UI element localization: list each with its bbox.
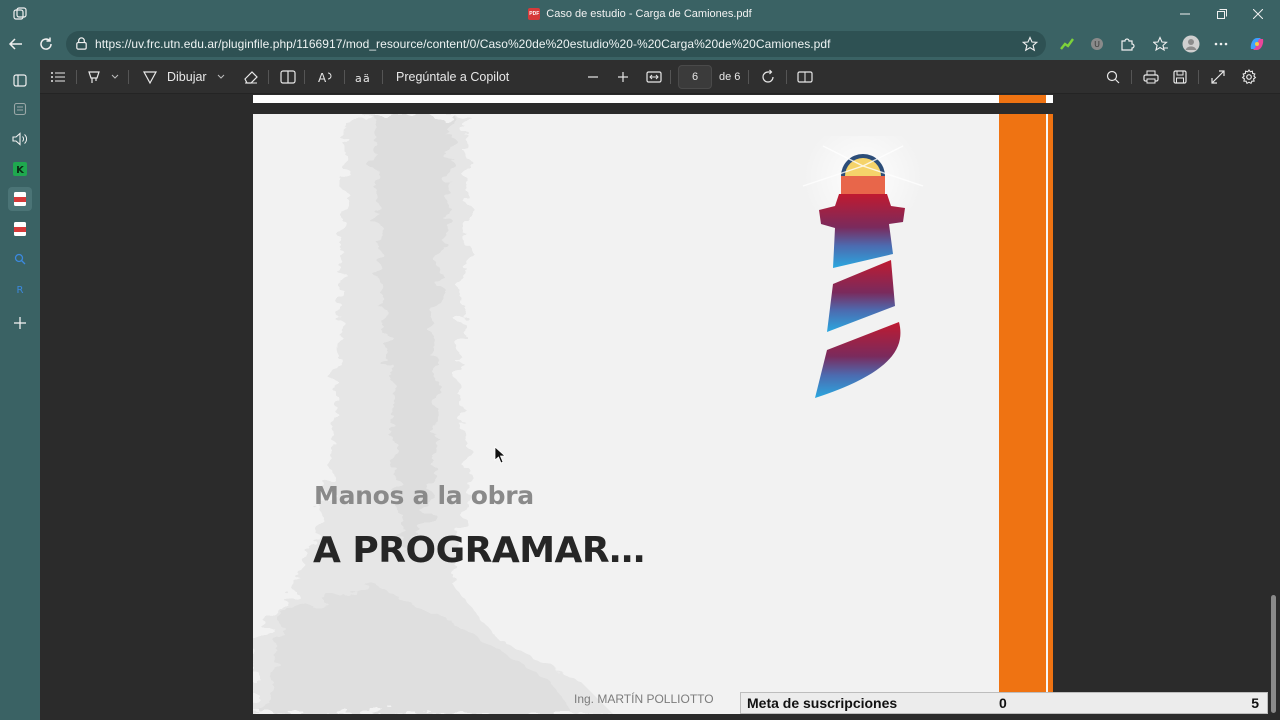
toolbar-divider (382, 70, 383, 84)
draw-button[interactable]: Dibujar (167, 60, 207, 94)
toolbar-divider (76, 70, 77, 84)
svg-text:U: U (1094, 40, 1100, 49)
zoom-out-icon[interactable] (587, 60, 599, 94)
copilot-icon[interactable] (1246, 33, 1268, 55)
print-icon[interactable] (1143, 60, 1159, 94)
slide-subtitle: Manos a la obra (314, 481, 534, 510)
subscription-goal-widget: Meta de suscripciones 0 5 (740, 692, 1268, 714)
close-button[interactable] (1240, 0, 1276, 28)
ask-copilot-button[interactable]: Pregúntale a Copilot (396, 60, 509, 94)
page-number-input[interactable]: 6 (678, 65, 712, 89)
slide-author: Ing. MARTÍN POLLIOTTO (574, 692, 714, 706)
back-button[interactable] (4, 32, 28, 56)
refresh-button[interactable] (34, 32, 58, 56)
lighthouse-logo (802, 136, 924, 398)
site-info-icon[interactable] (74, 36, 89, 56)
slide-headline: A PROGRAMAR… (313, 530, 645, 571)
collections-icon[interactable] (8, 97, 32, 121)
r-app-icon[interactable]: R (8, 277, 32, 301)
svg-text:K: K (16, 165, 25, 176)
add-icon[interactable] (8, 311, 32, 335)
two-page-view-icon[interactable] (797, 60, 813, 94)
window-title-text: Caso de estudio - Carga de Camiones.pdf (546, 8, 752, 20)
toolbar-divider (128, 70, 129, 84)
svg-text:R: R (17, 285, 24, 295)
pdf-icon[interactable] (8, 217, 32, 241)
toolbar-divider (304, 70, 305, 84)
read-aloud-text-icon[interactable]: A (318, 60, 334, 94)
highlight-icon[interactable] (86, 60, 102, 94)
pdf-tab-active-icon[interactable] (8, 187, 32, 211)
page-accent-bar (999, 95, 1046, 103)
toolbar-divider (670, 70, 671, 84)
svg-text:A: A (318, 71, 327, 84)
previous-page-bottom (253, 95, 1053, 103)
svg-text:a: a (355, 72, 362, 84)
pdf-icon: PDF (528, 8, 541, 20)
favorites-icon[interactable] (1150, 33, 1172, 55)
fit-width-icon[interactable] (646, 60, 662, 94)
subscription-goal-label: Meta de suscripciones (747, 695, 898, 711)
fullscreen-expand-icon[interactable] (1211, 60, 1225, 94)
extension-shield-icon[interactable]: U (1086, 33, 1108, 55)
pdf-page: Manos a la obra A PROGRAMAR… Ing. MARTÍN… (253, 114, 1053, 714)
tabs-icon[interactable] (8, 68, 32, 92)
extensions-puzzle-icon[interactable] (1116, 33, 1138, 55)
toolbar-divider (748, 70, 749, 84)
window-title: PDF Caso de estudio - Carga de Camiones.… (0, 0, 1280, 28)
url-text: https://uv.frc.utn.edu.ar/pluginfile.php… (95, 37, 831, 51)
address-bar[interactable]: https://uv.frc.utn.edu.ar/pluginfile.php… (66, 31, 1046, 57)
read-aloud-icon[interactable] (8, 127, 32, 151)
toolbar-divider (1198, 70, 1199, 84)
toolbar-divider (344, 70, 345, 84)
title-bar: PDF Caso de estudio - Carga de Camiones.… (0, 0, 1280, 28)
address-row: https://uv.frc.utn.edu.ar/pluginfile.php… (0, 28, 1280, 60)
page-accent-bar (999, 114, 1046, 714)
find-search-icon[interactable] (1106, 60, 1120, 94)
subscription-goal-current: 0 (999, 695, 1007, 711)
page-view-icon[interactable] (280, 60, 296, 94)
eraser-icon[interactable] (243, 60, 259, 94)
toolbar-divider (268, 70, 269, 84)
toolbar-divider (1131, 70, 1132, 84)
translate-icon[interactable]: aä (355, 60, 373, 94)
page-accent-line (1048, 114, 1053, 714)
scrollbar-thumb[interactable] (1271, 595, 1276, 713)
extension-chart-icon[interactable] (1056, 33, 1078, 55)
mouse-cursor-icon (494, 446, 506, 464)
k-app-icon[interactable]: K (8, 157, 32, 181)
favorite-star-icon[interactable] (1021, 36, 1039, 57)
settings-gear-icon[interactable] (1241, 60, 1257, 94)
pdf-toolbar: Dibujar A aä Pregúntale a Copilot 6 de 6 (40, 60, 1280, 94)
save-icon[interactable] (1173, 60, 1187, 94)
subscription-goal-target: 5 (1251, 695, 1259, 711)
browser-sidebar: K R (0, 60, 40, 720)
svg-text:ä: ä (363, 72, 370, 84)
vertical-scrollbar[interactable] (1268, 95, 1280, 720)
highlight-chevron-down-icon[interactable] (111, 60, 119, 94)
toolbar-divider (786, 70, 787, 84)
draw-chevron-down-icon[interactable] (217, 60, 225, 94)
profile-avatar-icon[interactable] (1180, 33, 1202, 55)
contents-list-icon[interactable] (50, 60, 66, 94)
zoom-in-icon[interactable] (617, 60, 629, 94)
page-total: de 6 (719, 71, 741, 83)
rotate-icon[interactable] (760, 60, 776, 94)
minimize-button[interactable] (1167, 0, 1203, 28)
maximize-button[interactable] (1204, 0, 1240, 28)
search-icon[interactable] (8, 247, 32, 271)
more-options-icon[interactable] (1210, 33, 1232, 55)
draw-icon[interactable] (142, 60, 158, 94)
